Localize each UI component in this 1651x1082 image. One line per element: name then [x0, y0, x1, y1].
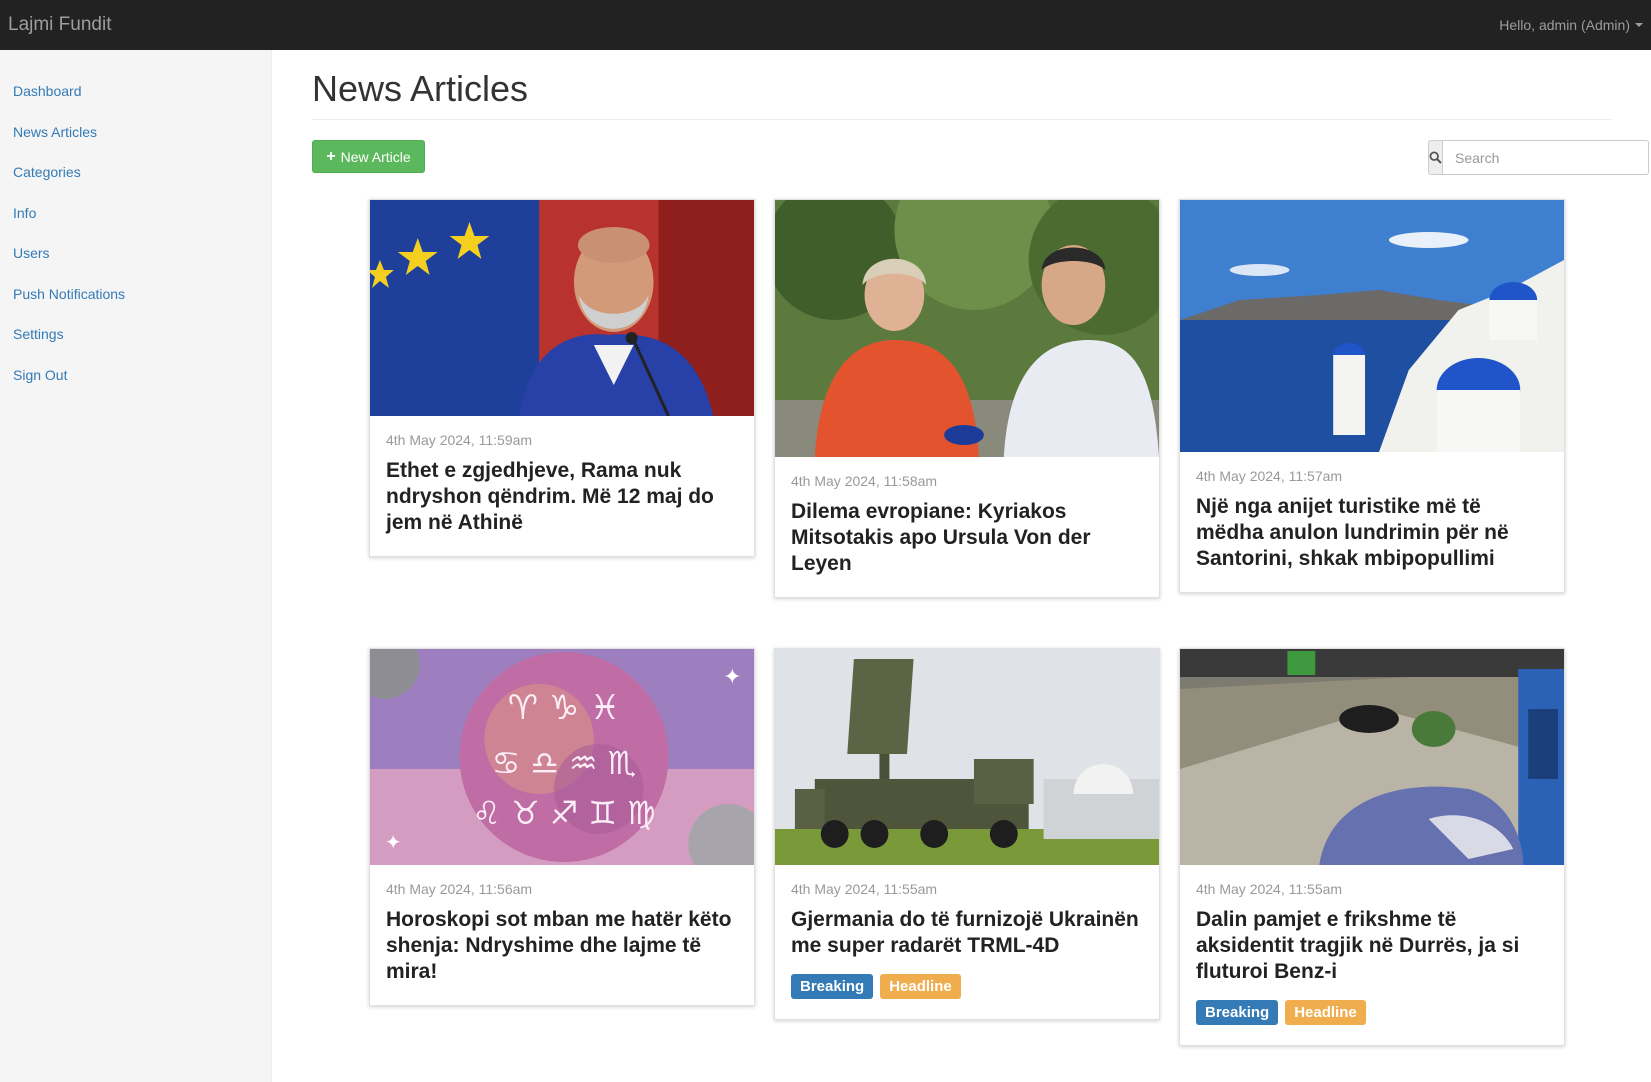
article-card[interactable]: 4th May 2024, 11:55am Gjermania do të fu… [774, 648, 1160, 1020]
article-image [1180, 200, 1564, 452]
search-group [1428, 140, 1649, 175]
article-tags: Breaking Headline [791, 974, 1143, 999]
breaking-badge: Breaking [1196, 1000, 1279, 1025]
headline-badge: Headline [880, 974, 961, 999]
article-date: 4th May 2024, 11:58am [791, 473, 938, 489]
article-title[interactable]: Gjermania do të furnizojë Ukrainën me su… [791, 907, 1143, 959]
svg-text:♈ ♑ ♓: ♈ ♑ ♓ [508, 688, 620, 727]
article-date: 4th May 2024, 11:57am [1196, 468, 1343, 484]
svg-text:✦: ✦ [723, 665, 741, 690]
sidebar-item-sign-out[interactable]: Sign Out [0, 355, 271, 396]
user-greeting: Hello, admin (Admin) [1499, 17, 1630, 33]
article-title[interactable]: Dalin pamjet e frikshme të aksidentit tr… [1196, 907, 1548, 985]
article-card-body: 4th May 2024, 11:59am Ethet e zgjedhjeve… [370, 416, 754, 556]
new-article-button[interactable]: + New Article [312, 140, 425, 173]
article-image: ♈ ♑ ♓ ♋ ♎ ♒ ♏ ♌ ♉ ♐ ♊ ♍ ✦ ✦ [370, 649, 754, 865]
page-title: News Articles [312, 68, 529, 109]
svg-text:✦: ✦ [385, 830, 402, 854]
headline-badge: Headline [1285, 1000, 1366, 1025]
sidebar-item-info[interactable]: Info [0, 193, 271, 234]
sidebar-item-dashboard[interactable]: Dashboard [0, 71, 271, 112]
article-date: 4th May 2024, 11:55am [1196, 881, 1343, 897]
article-card-body: 4th May 2024, 11:55am Dalin pamjet e fri… [1180, 865, 1564, 1045]
article-image [775, 200, 1159, 457]
article-tags: Breaking Headline [1196, 1000, 1548, 1025]
article-card-body: 4th May 2024, 11:55am Gjermania do të fu… [775, 865, 1159, 1019]
article-title[interactable]: Horoskopi sot mban me hatër këto shenja:… [386, 907, 738, 985]
breaking-badge: Breaking [791, 974, 874, 999]
article-title[interactable]: Një nga anijet turistike më të mëdha anu… [1196, 494, 1548, 572]
title-divider [312, 119, 1612, 120]
plus-icon: + [326, 147, 336, 165]
article-card-body: 4th May 2024, 11:57am Një nga anijet tur… [1180, 452, 1564, 592]
article-card[interactable]: 4th May 2024, 11:58am Dilema evropiane: … [774, 199, 1160, 598]
main-content: News Articles + New Article Search 4th M… [272, 50, 1651, 1082]
top-navbar: Lajmi Fundit Hello, admin (Admin) [0, 0, 1651, 50]
article-date: 4th May 2024, 11:56am [386, 881, 533, 897]
svg-text:♋ ♎ ♒ ♏: ♋ ♎ ♒ ♏ [492, 744, 636, 782]
article-title[interactable]: Dilema evropiane: Kyriakos Mitsotakis ap… [791, 499, 1143, 577]
search-icon[interactable] [1428, 140, 1442, 175]
sidebar-item-news-articles[interactable]: News Articles [0, 112, 271, 153]
article-title[interactable]: Ethet e zgjedhjeve, Rama nuk ndryshon që… [386, 458, 738, 536]
article-image [775, 649, 1159, 865]
svg-text:♌ ♉ ♐ ♊ ♍: ♌ ♉ ♐ ♊ ♍ [472, 794, 655, 832]
user-menu-dropdown[interactable]: Hello, admin (Admin) [1499, 17, 1643, 33]
article-card[interactable]: 4th May 2024, 11:55am Dalin pamjet e fri… [1179, 648, 1565, 1046]
chevron-down-icon [1635, 23, 1643, 27]
sidebar-item-push-notifications[interactable]: Push Notifications [0, 274, 271, 315]
article-image [370, 200, 754, 416]
sidebar: Dashboard News Articles Categories Info … [0, 50, 272, 1082]
article-card[interactable]: ♈ ♑ ♓ ♋ ♎ ♒ ♏ ♌ ♉ ♐ ♊ ♍ ✦ ✦ 4th May 2024… [369, 648, 755, 1006]
sidebar-item-settings[interactable]: Settings [0, 314, 271, 355]
new-article-label: New Article [340, 148, 411, 165]
search-input[interactable] [1442, 140, 1649, 175]
article-card[interactable]: 4th May 2024, 11:59am Ethet e zgjedhjeve… [369, 199, 755, 557]
article-date: 4th May 2024, 11:55am [791, 881, 938, 897]
article-card-body: 4th May 2024, 11:56am Horoskopi sot mban… [370, 865, 754, 1005]
article-image [1180, 649, 1564, 865]
sidebar-item-users[interactable]: Users [0, 233, 271, 274]
sidebar-item-categories[interactable]: Categories [0, 152, 271, 193]
article-card-body: 4th May 2024, 11:58am Dilema evropiane: … [775, 457, 1159, 597]
brand-logo[interactable]: Lajmi Fundit [8, 14, 112, 36]
article-date: 4th May 2024, 11:59am [386, 432, 533, 448]
article-card[interactable]: 4th May 2024, 11:57am Një nga anijet tur… [1179, 199, 1565, 593]
